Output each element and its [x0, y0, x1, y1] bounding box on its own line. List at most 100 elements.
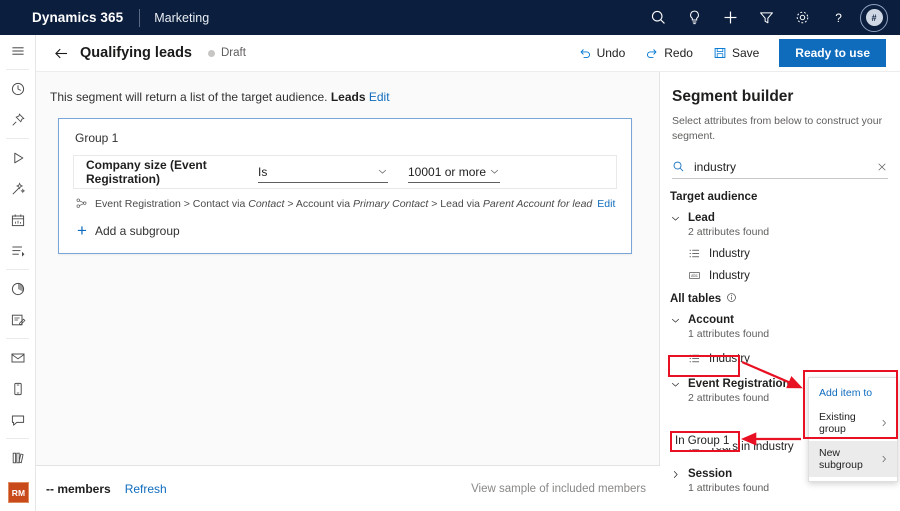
plus-icon: + — [77, 222, 87, 239]
table-lead-label: Lead — [688, 212, 715, 224]
refresh-link[interactable]: Refresh — [125, 482, 167, 496]
table-event-registration-label: Event Registration — [688, 378, 790, 390]
view-sample-link[interactable]: View sample of included members — [471, 483, 646, 495]
mobile-item[interactable] — [0, 373, 36, 404]
info-icon[interactable] — [726, 292, 737, 306]
recent-button[interactable] — [0, 73, 36, 104]
user-avatar[interactable]: # — [860, 4, 888, 32]
help-icon[interactable]: ? — [820, 0, 856, 35]
attribute-lead-industry-label: Industry — [709, 248, 750, 260]
option-set-icon — [688, 247, 701, 260]
context-menu-item-existing-group-label: Existing group — [819, 411, 879, 435]
attribute-lead-industry-text-label: Industry — [709, 270, 750, 282]
save-button[interactable]: Save — [703, 41, 769, 65]
attribute-search-input[interactable] — [692, 159, 876, 175]
status-label: Draft — [221, 47, 246, 59]
relationship-path-segment: Event Registration — [95, 198, 181, 210]
user-rail-avatar[interactable]: RM — [8, 482, 29, 503]
all-tables-label: All tables — [670, 293, 721, 305]
attribute-lead-industry-text[interactable]: abc Industry — [688, 269, 900, 282]
command-bar: Qualifying leads Draft Undo Redo — [36, 35, 900, 72]
relationship-icon — [75, 197, 88, 210]
top-nav-actions: ? # — [640, 0, 888, 35]
plus-icon[interactable] — [712, 0, 748, 35]
members-count-label: -- members — [46, 482, 111, 496]
add-item-context-menu: Add item to Existing group New subgroup — [808, 377, 898, 482]
page-title: Qualifying leads — [80, 45, 192, 61]
attribute-account-industry-label: Industry — [709, 353, 750, 365]
segment-builder-panel: Segment builder Select attributes from b… — [660, 72, 900, 511]
avatar-initials: # — [866, 9, 883, 26]
undo-label: Undo — [597, 46, 626, 60]
redo-label: Redo — [664, 46, 693, 60]
target-audience-label: Target audience — [670, 191, 757, 203]
attribute-lead-industry-option[interactable]: Industry — [688, 247, 900, 260]
panel-subtitle: Select attributes from below to construc… — [672, 114, 886, 144]
in-group-indicator: In Group 1 — [672, 434, 732, 448]
relationship-path-segment: > — [431, 198, 437, 210]
chat-item[interactable] — [0, 404, 36, 435]
email-item[interactable] — [0, 342, 36, 373]
segment-description-edit-link[interactable]: Edit — [369, 90, 390, 104]
chevron-down-icon — [670, 213, 682, 224]
save-icon — [713, 46, 727, 60]
table-account[interactable]: Account — [670, 314, 900, 326]
table-lead[interactable]: Lead — [670, 212, 900, 224]
table-account-count: 1 attributes found — [688, 328, 900, 340]
rail-divider — [6, 269, 29, 270]
condition-value-dropdown[interactable]: 10001 or more — [408, 161, 500, 183]
segment-target-entity: Leads — [331, 90, 366, 104]
segments-item[interactable] — [0, 504, 36, 511]
chevron-down-icon — [489, 166, 500, 177]
ready-to-use-button[interactable]: Ready to use — [779, 39, 886, 67]
undo-icon — [578, 46, 592, 60]
marketing-emails-item[interactable] — [0, 173, 36, 204]
search-icon[interactable] — [640, 0, 676, 35]
close-icon[interactable] — [876, 161, 888, 173]
chevron-right-icon — [879, 454, 889, 464]
customer-journeys-item[interactable] — [0, 142, 36, 173]
relationship-path-segment: Parent Account for lead — [483, 198, 592, 210]
condition-operator-dropdown[interactable]: Is — [258, 161, 388, 183]
redo-button[interactable]: Redo — [635, 41, 703, 65]
filter-icon[interactable] — [748, 0, 784, 35]
text-field-icon: abc — [688, 269, 701, 282]
save-label: Save — [732, 46, 759, 60]
analytics-item[interactable] — [0, 273, 36, 304]
chevron-down-icon — [670, 379, 682, 390]
svg-text:?: ? — [835, 11, 842, 25]
back-arrow-icon[interactable] — [48, 40, 74, 66]
condition-attribute-label: Company size (Event Registration) — [86, 158, 258, 186]
svg-text:abc: abc — [691, 273, 698, 278]
relationship-path-edit-link[interactable]: Edit — [597, 198, 615, 210]
pinned-button[interactable] — [0, 104, 36, 135]
option-set-icon — [688, 352, 701, 365]
group-container: Group 1 Company size (Event Registration… — [58, 118, 632, 254]
app-name-label: Marketing — [154, 11, 209, 25]
group-label: Group 1 — [59, 119, 631, 155]
left-navigation-rail: RM — [0, 35, 36, 511]
condition-value: 10001 or more — [408, 165, 486, 179]
relationship-path-segment: Contact via — [193, 198, 246, 210]
undo-button[interactable]: Undo — [568, 41, 636, 65]
segment-canvas: This segment will return a list of the t… — [36, 72, 660, 465]
rail-divider — [6, 69, 29, 70]
forms-item[interactable] — [0, 304, 36, 335]
context-menu-item-new-subgroup[interactable]: New subgroup — [809, 441, 897, 477]
condition-row: Company size (Event Registration) Is 100… — [73, 155, 617, 189]
site-map-button[interactable] — [0, 35, 36, 66]
lightbulb-icon[interactable] — [676, 0, 712, 35]
search-icon — [672, 160, 685, 173]
events-item[interactable] — [0, 204, 36, 235]
library-item[interactable] — [0, 442, 36, 473]
relationship-path-segment: Contact — [248, 198, 284, 210]
gear-icon[interactable] — [784, 0, 820, 35]
rail-divider — [6, 338, 29, 339]
attribute-account-industry[interactable]: Industry — [688, 352, 900, 365]
add-subgroup-button[interactable]: + Add a subgroup — [59, 214, 631, 253]
automation-item[interactable] — [0, 235, 36, 266]
context-menu-header: Add item to — [809, 382, 897, 405]
relationship-path-segment: Primary Contact — [353, 198, 428, 210]
brand-separator — [139, 9, 140, 27]
context-menu-item-existing-group[interactable]: Existing group — [809, 405, 897, 441]
